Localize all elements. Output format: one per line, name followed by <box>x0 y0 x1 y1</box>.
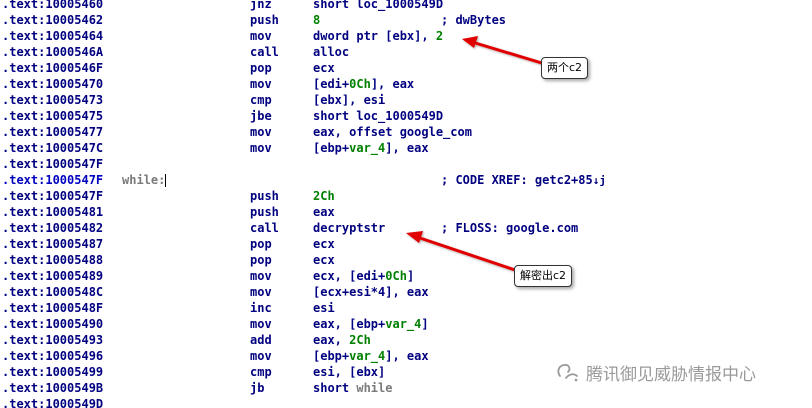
arrow-to-mov-2 <box>462 36 546 66</box>
watermark-text: 腾讯御见威胁情报中心 <box>586 364 756 385</box>
callout-decrypt-c2: 解密出c2 <box>514 265 573 287</box>
annotation-arrows <box>406 36 546 273</box>
watermark: 腾讯御见威胁情报中心 <box>556 358 756 386</box>
wechat-channel-icon <box>557 363 578 382</box>
arrow-to-decryptstr <box>406 231 519 273</box>
callout-two-c2: 两个c2 <box>541 57 589 79</box>
